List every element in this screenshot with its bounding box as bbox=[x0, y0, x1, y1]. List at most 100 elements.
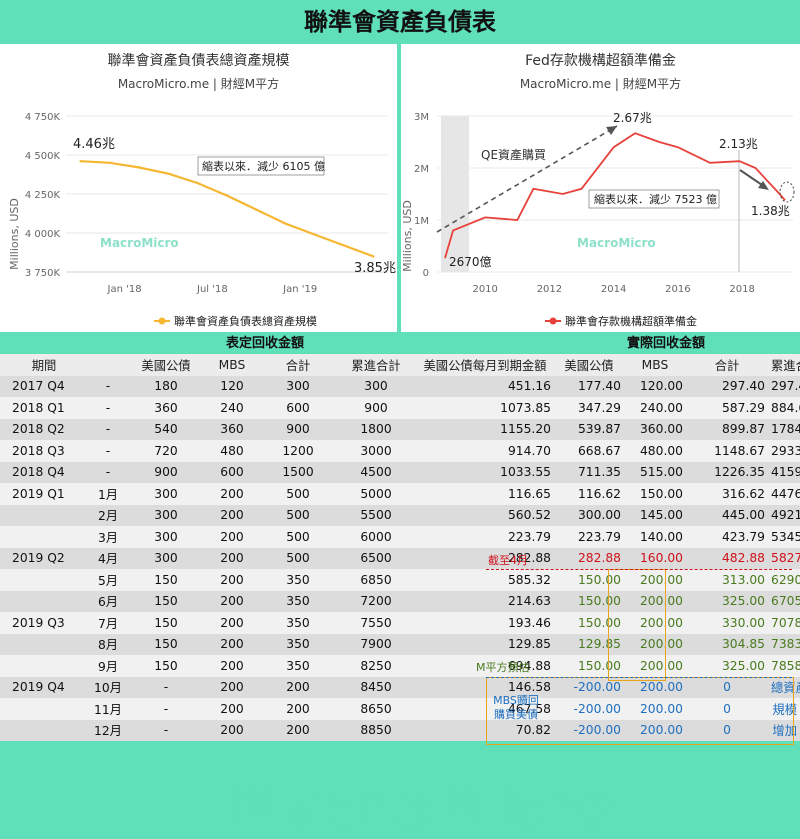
table-cell: 150 bbox=[128, 612, 204, 634]
table-cell: 300 bbox=[336, 375, 416, 397]
chart1-legend: 聯準會資產負債表總資產規模 bbox=[174, 314, 317, 328]
table-cell: 1月 bbox=[88, 483, 128, 505]
table-cell: 2019 Q2 bbox=[0, 547, 88, 569]
column-header: 合計 bbox=[686, 354, 768, 376]
column-header: 美國公債 bbox=[128, 354, 204, 376]
table-cell: 480.00 bbox=[624, 440, 686, 462]
table-cell: 1200 bbox=[260, 440, 336, 462]
table-cell: 200 bbox=[204, 698, 260, 720]
table-row: 2017 Q4-180 120 300 300 451.16 177.40 120.00 29… bbox=[0, 375, 800, 397]
table-cell: 282.88 bbox=[554, 547, 624, 569]
table-cell: 6500 bbox=[336, 547, 416, 569]
table-cell bbox=[0, 504, 88, 526]
chart1-box-text: 縮表以來．減少 6105 億 bbox=[202, 159, 325, 173]
chart1-ytick: 4 500K bbox=[25, 151, 61, 162]
data-table-section: 表定回收金額 實際回收金額 期間 美國公債 MBS 合計 累進合計 美國公債每月到期金額美… bbox=[0, 334, 800, 839]
table-row: 3月 300 200 500 6000 223.79 223.79 140.00 423.79 5… bbox=[0, 526, 800, 548]
table-cell: 482.88 bbox=[686, 547, 768, 569]
table-cell: 316.62 bbox=[686, 483, 768, 505]
table-cell: 200 bbox=[204, 590, 260, 612]
divider-red bbox=[486, 569, 792, 570]
table-cell: 200 bbox=[204, 526, 260, 548]
table-cell: 2017 Q4 bbox=[0, 375, 88, 397]
table-row: 8月 150 200 350 7900 129.85 129.85 200.00 304.85 7… bbox=[0, 633, 800, 655]
chart2-xtick: 2010 bbox=[472, 284, 497, 295]
table-cell: 313.00 bbox=[686, 569, 768, 591]
chart2-xtick: 2012 bbox=[537, 284, 562, 295]
note-mm-estimate: M平方預估 bbox=[476, 661, 530, 674]
table-cell: 7550 bbox=[336, 612, 416, 634]
table-row: 2019 Q4 10月 -200 200 8450 146.58 -200.00 200.00… bbox=[0, 676, 800, 698]
table-cell: 347.29 bbox=[554, 397, 624, 419]
table-cell: 200 bbox=[260, 698, 336, 720]
table-cell: 1148.67 bbox=[686, 440, 768, 462]
table-cell: 177.40 bbox=[554, 375, 624, 397]
table-cell: - bbox=[88, 375, 128, 397]
table-cell: 200 bbox=[204, 676, 260, 698]
table-cell: 200.00 bbox=[624, 698, 686, 720]
table-cell: 1033.55 bbox=[416, 461, 554, 483]
column-header: MBS bbox=[204, 354, 260, 376]
table-cell: 4500 bbox=[336, 461, 416, 483]
chart1-ylabel: Millions, USD bbox=[8, 198, 21, 270]
table-cell: 720 bbox=[128, 440, 204, 462]
chart2-ylabel: Millions, USD bbox=[401, 200, 414, 272]
watermark: MacroMicro bbox=[230, 774, 618, 839]
table-cell: 200 bbox=[204, 547, 260, 569]
table-cell bbox=[0, 698, 88, 720]
chart2-qe-label: QE資產購買 bbox=[481, 147, 546, 162]
chart1-annot-start: 4.46兆 bbox=[73, 137, 115, 152]
note-as-of-april: 截至4月 bbox=[488, 553, 528, 567]
table-cell: 200 bbox=[204, 483, 260, 505]
table-cell: -200.00 bbox=[554, 698, 624, 720]
table-cell: 325.00 bbox=[686, 655, 768, 677]
table-cell: 539.87 bbox=[554, 418, 624, 440]
table-cell: 193.46 bbox=[416, 612, 554, 634]
table-cell: 5345.01 bbox=[768, 526, 800, 548]
scheduled-header: 表定回收金額 bbox=[0, 334, 530, 354]
table-cell: 7858.83 bbox=[768, 655, 800, 677]
divider-blue bbox=[486, 676, 792, 678]
table-cell bbox=[0, 526, 88, 548]
table-cell bbox=[0, 633, 88, 655]
table-cell: 300 bbox=[128, 504, 204, 526]
table-row: 2018 Q1-360 240 600 900 1073.85 347.29 240.00 5… bbox=[0, 397, 800, 419]
table-cell: 300.00 bbox=[554, 504, 624, 526]
table-cell: 1226.35 bbox=[686, 461, 768, 483]
table-cell: 300 bbox=[128, 483, 204, 505]
table-cell: 200 bbox=[204, 655, 260, 677]
table-cell bbox=[0, 569, 88, 591]
table-cell: 600 bbox=[204, 461, 260, 483]
table-cell: 297.40 bbox=[768, 375, 800, 397]
table-cell: 445.00 bbox=[686, 504, 768, 526]
table-cell: 增加 bbox=[768, 719, 800, 741]
table-cell: 4月 bbox=[88, 547, 128, 569]
chart1-ytick: 4 250K bbox=[25, 190, 61, 201]
table-cell: 884.69 bbox=[768, 397, 800, 419]
table-cell: 11月 bbox=[88, 698, 128, 720]
table-cell: 2018 Q4 bbox=[0, 461, 88, 483]
table-cell: 7200 bbox=[336, 590, 416, 612]
table-cell: 9月 bbox=[88, 655, 128, 677]
column-header: 累進合計 bbox=[768, 354, 800, 376]
table-cell: 325.00 bbox=[686, 590, 768, 612]
table-cell bbox=[0, 719, 88, 741]
table-cell: 200 bbox=[204, 612, 260, 634]
table-cell: 6月 bbox=[88, 590, 128, 612]
table-cell: 150 bbox=[128, 633, 204, 655]
table-cell: 200.00 bbox=[624, 633, 686, 655]
table-cell: 6705.52 bbox=[768, 590, 800, 612]
runoff-table: 期間美國公債MBS合計累進合計美國公債每月到期金額美國公債MBS合計累進合計20… bbox=[0, 354, 800, 741]
table-cell: 3月 bbox=[88, 526, 128, 548]
table-cell: 70.82 bbox=[416, 719, 554, 741]
chart2-annot-2018: 2.13兆 bbox=[719, 137, 758, 151]
chart2-xtick: 2014 bbox=[601, 284, 626, 295]
table-cell: 200 bbox=[204, 633, 260, 655]
table-cell: 10月 bbox=[88, 676, 128, 698]
table-cell: 8月 bbox=[88, 633, 128, 655]
table-cell: 8850 bbox=[336, 719, 416, 741]
table-cell: 120 bbox=[204, 375, 260, 397]
table-cell: 500 bbox=[260, 504, 336, 526]
chart2-title: Fed存款機構超額準備金 bbox=[525, 53, 676, 69]
table-cell: 140.00 bbox=[624, 526, 686, 548]
